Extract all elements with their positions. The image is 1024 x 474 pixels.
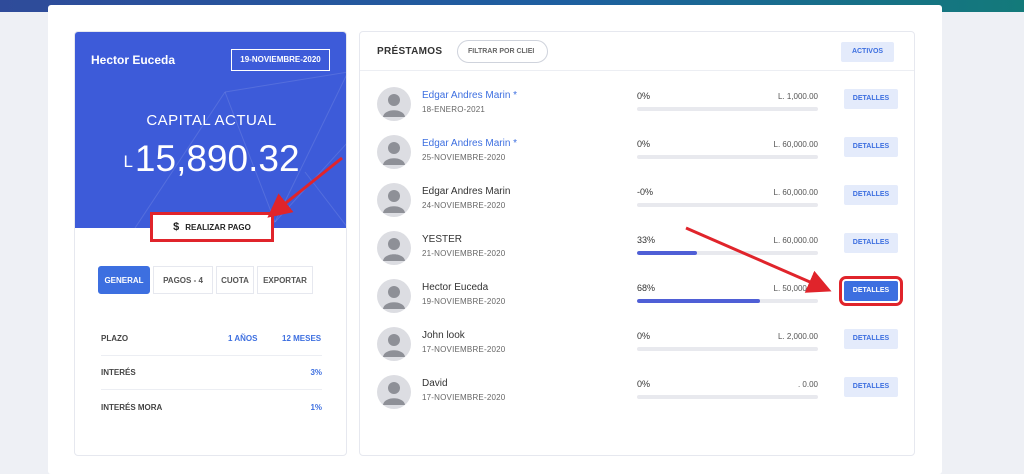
- borrower-name: Hector Euceda: [91, 53, 176, 67]
- tab-cuota[interactable]: CUOTA: [216, 266, 254, 294]
- loan-progress-percent: 0%: [637, 139, 651, 149]
- make-payment-button[interactable]: $ REALIZAR PAGO: [150, 212, 274, 242]
- loan-progress-percent: -0%: [637, 187, 654, 197]
- loan-amount: L. 50,000.00: [773, 284, 818, 293]
- loan-date: 21-NOVIEMBRE-2020: [422, 249, 506, 258]
- capital-value: 15,890.32: [134, 138, 300, 179]
- loan-amount: L. 2,000.00: [777, 332, 818, 341]
- loan-amount: L. 60,000.00: [773, 188, 818, 197]
- loan-date: 19-NOVIEMBRE-2020: [422, 297, 506, 306]
- loan-progress-bar: [637, 107, 818, 111]
- loan-row: Hector Euceda 19-NOVIEMBRE-2020 68% L. 5…: [360, 276, 914, 327]
- plazo-years: 1 AÑOS: [228, 334, 258, 343]
- capital-hero: Hector Euceda 19-NOVIEMBRE-2020 CAPITAL …: [75, 32, 346, 228]
- loan-amount: . 0.00: [797, 380, 818, 389]
- loan-details-button[interactable]: DETALLES: [844, 329, 898, 349]
- loan-progress-percent: 33%: [637, 235, 656, 245]
- loan-borrower-name: John look: [422, 330, 465, 341]
- tab-general[interactable]: GENERAL: [98, 266, 150, 294]
- tab-pagos[interactable]: PAGOS - 4: [153, 266, 213, 294]
- avatar-icon: [377, 279, 411, 313]
- loan-progress-bar: [637, 155, 818, 159]
- loan-progress-fill: [637, 299, 761, 303]
- loan-details-button[interactable]: DETALLES: [844, 137, 898, 157]
- loan-progress-percent: 0%: [637, 331, 651, 341]
- avatar-icon: [377, 327, 411, 361]
- loan-details-button[interactable]: DETALLES: [844, 233, 898, 253]
- loan-row: John look 17-NOVIEMBRE-2020 0% L. 2,000.…: [360, 327, 914, 375]
- loan-row: YESTER 21-NOVIEMBRE-2020 33% L. 60,000.0…: [360, 231, 914, 279]
- make-payment-label: REALIZAR PAGO: [185, 222, 251, 232]
- loan-amount: L. 60,000.00: [773, 140, 818, 149]
- avatar-icon: [377, 135, 411, 169]
- info-row-mora: INTERÉS MORA 1%: [101, 391, 322, 425]
- loan-row: Edgar Andres Marin * 18-ENERO-2021 0% L.…: [360, 87, 914, 135]
- loan-details-button[interactable]: DETALLES: [844, 89, 898, 109]
- loan-progress-bar: [637, 251, 818, 255]
- loan-progress-percent: 68%: [637, 283, 656, 293]
- loan-date: 24-NOVIEMBRE-2020: [422, 201, 506, 210]
- loan-progress-bar: [637, 395, 818, 399]
- loan-date-badge: 19-NOVIEMBRE-2020: [231, 49, 330, 71]
- interes-label: INTERÉS: [101, 368, 136, 377]
- avatar-icon: [377, 183, 411, 217]
- loan-borrower-name: YESTER: [422, 234, 463, 245]
- mora-value: 1%: [310, 403, 322, 412]
- summary-tabs: GENERAL PAGOS - 4 CUOTA EXPORTAR: [98, 266, 316, 294]
- loan-summary-card: Hector Euceda 19-NOVIEMBRE-2020 CAPITAL …: [74, 31, 347, 456]
- loan-progress-fill: [637, 251, 697, 255]
- loan-row: Edgar Andres Marin 24-NOVIEMBRE-2020 -0%…: [360, 183, 914, 231]
- loan-row: Edgar Andres Marin * 25-NOVIEMBRE-2020 0…: [360, 135, 914, 183]
- info-row-plazo: PLAZO 1 AÑOS 12 MESES: [101, 322, 322, 356]
- mora-label: INTERÉS MORA: [101, 403, 163, 412]
- capital-label: CAPITAL ACTUAL: [146, 112, 277, 129]
- active-filter-button[interactable]: ACTIVOS: [841, 42, 894, 62]
- tab-exportar[interactable]: EXPORTAR: [257, 266, 313, 294]
- loans-header: PRÉSTAMOS FILTRAR POR CLIEI ACTIVOS: [360, 32, 914, 71]
- loan-borrower-name[interactable]: Edgar Andres Marin *: [422, 138, 517, 149]
- loan-date: 17-NOVIEMBRE-2020: [422, 393, 506, 402]
- loan-progress-percent: 0%: [637, 91, 651, 101]
- loan-details-button[interactable]: DETALLES: [839, 276, 903, 306]
- loan-borrower-name: David: [422, 378, 448, 389]
- loans-title: PRÉSTAMOS: [377, 46, 443, 57]
- loan-progress-bar: [637, 203, 818, 207]
- loan-progress-percent: 0%: [637, 379, 651, 389]
- avatar-icon: [377, 87, 411, 121]
- avatar-icon: [377, 231, 411, 265]
- loans-card: PRÉSTAMOS FILTRAR POR CLIEI ACTIVOS Edga…: [359, 31, 915, 456]
- loan-date: 17-NOVIEMBRE-2020: [422, 345, 506, 354]
- loan-amount: L. 1,000.00: [777, 92, 818, 101]
- info-row-interes: INTERÉS 3%: [101, 356, 322, 390]
- loan-date: 25-NOVIEMBRE-2020: [422, 153, 506, 162]
- capital-amount: L15,890.32: [75, 138, 346, 180]
- loan-details-button[interactable]: DETALLES: [844, 185, 898, 205]
- interes-value: 3%: [310, 368, 322, 377]
- plazo-label: PLAZO: [101, 334, 129, 343]
- loan-borrower-name: Hector Euceda: [422, 282, 489, 293]
- client-filter-input[interactable]: FILTRAR POR CLIEI: [457, 40, 548, 63]
- loan-borrower-name: Edgar Andres Marin: [422, 186, 511, 197]
- plazo-months: 12 MESES: [282, 334, 322, 343]
- loan-row: David 17-NOVIEMBRE-2020 0% . 0.00 DETALL…: [360, 375, 914, 423]
- currency-symbol: L: [123, 152, 133, 171]
- loan-details-button[interactable]: DETALLES: [844, 377, 898, 397]
- loan-date: 18-ENERO-2021: [422, 105, 486, 114]
- loan-progress-bar: [637, 347, 818, 351]
- loan-amount: L. 60,000.00: [773, 236, 818, 245]
- loan-progress-bar: [637, 299, 818, 303]
- loan-borrower-name[interactable]: Edgar Andres Marin *: [422, 90, 517, 101]
- dollar-icon: $: [173, 221, 180, 233]
- avatar-icon: [377, 375, 411, 409]
